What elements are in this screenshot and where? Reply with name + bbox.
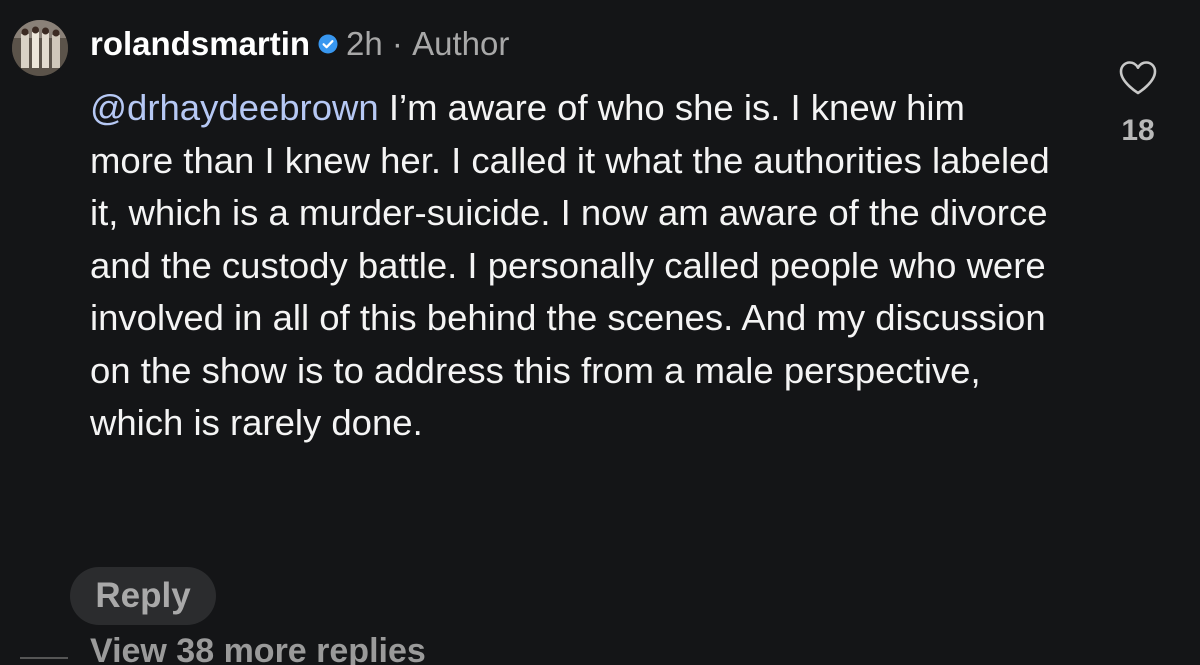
view-more-replies-link[interactable]: View 38 more replies — [90, 632, 426, 665]
replies-divider — [20, 657, 68, 659]
comment-thread-item: rolandsmartin 2h · Author @drhaydeebrown… — [0, 0, 1200, 665]
meta-separator: · — [382, 25, 413, 62]
avatar-photo — [12, 20, 68, 76]
mention-link[interactable]: @drhaydeebrown — [90, 87, 379, 128]
comment-text: I’m aware of who she is. I knew him more… — [90, 87, 1050, 443]
author-label: Author — [412, 25, 510, 62]
like-count: 18 — [1121, 114, 1155, 147]
comment-header: rolandsmartin 2h · Author — [90, 20, 509, 68]
avatar[interactable] — [12, 20, 68, 76]
timestamp: 2h — [346, 25, 383, 62]
like-control: 18 — [1108, 60, 1168, 148]
heart-outline-icon[interactable] — [1118, 60, 1158, 96]
username[interactable]: rolandsmartin — [90, 25, 310, 63]
reply-button[interactable]: Reply — [70, 567, 216, 625]
verified-badge-icon — [318, 34, 338, 54]
comment-body: @drhaydeebrown I’m aware of who she is. … — [90, 82, 1050, 450]
